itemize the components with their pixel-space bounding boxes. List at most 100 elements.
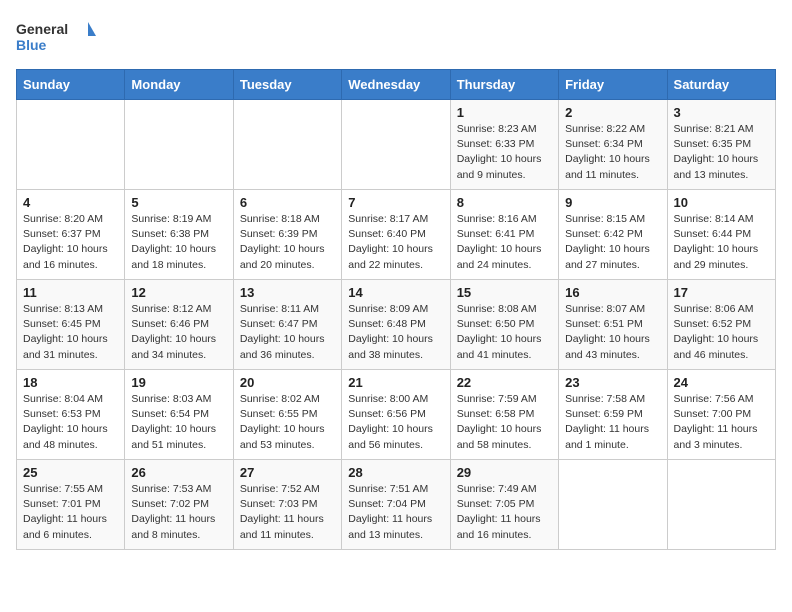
calendar-cell: 21 Sunrise: 8:00 AM Sunset: 6:56 PM Dayli… [342, 370, 450, 460]
calendar-cell: 6 Sunrise: 8:18 AM Sunset: 6:39 PM Daylig… [233, 190, 341, 280]
calendar-week-1: 1 Sunrise: 8:23 AM Sunset: 6:33 PM Daylig… [17, 100, 776, 190]
calendar-cell: 25 Sunrise: 7:55 AM Sunset: 7:01 PM Dayli… [17, 460, 125, 550]
weekday-header-friday: Friday [559, 70, 667, 100]
day-number: 8 [457, 195, 552, 210]
calendar-cell [125, 100, 233, 190]
page-header: General Blue [16, 16, 776, 61]
day-info: Sunrise: 8:17 AM Sunset: 6:40 PM Dayligh… [348, 212, 443, 273]
svg-text:General: General [16, 21, 68, 37]
day-number: 10 [674, 195, 769, 210]
calendar-cell: 12 Sunrise: 8:12 AM Sunset: 6:46 PM Dayli… [125, 280, 233, 370]
day-info: Sunrise: 7:58 AM Sunset: 6:59 PM Dayligh… [565, 392, 660, 453]
day-number: 3 [674, 105, 769, 120]
day-number: 21 [348, 375, 443, 390]
calendar-cell: 23 Sunrise: 7:58 AM Sunset: 6:59 PM Dayli… [559, 370, 667, 460]
day-number: 26 [131, 465, 226, 480]
day-number: 12 [131, 285, 226, 300]
day-number: 23 [565, 375, 660, 390]
calendar-cell: 17 Sunrise: 8:06 AM Sunset: 6:52 PM Dayli… [667, 280, 775, 370]
calendar-cell: 7 Sunrise: 8:17 AM Sunset: 6:40 PM Daylig… [342, 190, 450, 280]
calendar-cell: 29Sunrise: 7:49 AM Sunset: 7:05 PM Dayli… [450, 460, 558, 550]
calendar-cell: 15 Sunrise: 8:08 AM Sunset: 6:50 PM Dayli… [450, 280, 558, 370]
day-info: Sunrise: 7:53 AM Sunset: 7:02 PM Dayligh… [131, 482, 226, 543]
calendar-cell: 4Sunrise: 8:20 AM Sunset: 6:37 PM Daylig… [17, 190, 125, 280]
day-number: 24 [674, 375, 769, 390]
day-info: Sunrise: 8:20 AM Sunset: 6:37 PM Dayligh… [23, 212, 118, 273]
calendar-cell: 13 Sunrise: 8:11 AM Sunset: 6:47 PM Dayli… [233, 280, 341, 370]
day-number: 14 [348, 285, 443, 300]
day-info: Sunrise: 8:21 AM Sunset: 6:35 PM Dayligh… [674, 122, 769, 183]
weekday-header-saturday: Saturday [667, 70, 775, 100]
calendar-cell [667, 460, 775, 550]
day-number: 25 [23, 465, 118, 480]
weekday-header-monday: Monday [125, 70, 233, 100]
day-number: 5 [131, 195, 226, 210]
weekday-header-thursday: Thursday [450, 70, 558, 100]
calendar-table: SundayMondayTuesdayWednesdayThursdayFrid… [16, 69, 776, 550]
day-number: 13 [240, 285, 335, 300]
day-info: Sunrise: 8:22 AM Sunset: 6:34 PM Dayligh… [565, 122, 660, 183]
day-number: 17 [674, 285, 769, 300]
calendar-cell: 5 Sunrise: 8:19 AM Sunset: 6:38 PM Daylig… [125, 190, 233, 280]
calendar-cell: 3 Sunrise: 8:21 AM Sunset: 6:35 PM Daylig… [667, 100, 775, 190]
day-number: 22 [457, 375, 552, 390]
calendar-cell: 28 Sunrise: 7:51 AM Sunset: 7:04 PM Dayli… [342, 460, 450, 550]
day-number: 20 [240, 375, 335, 390]
day-info: Sunrise: 7:56 AM Sunset: 7:00 PM Dayligh… [674, 392, 769, 453]
day-number: 11 [23, 285, 118, 300]
day-info: Sunrise: 8:15 AM Sunset: 6:42 PM Dayligh… [565, 212, 660, 273]
day-info: Sunrise: 8:00 AM Sunset: 6:56 PM Dayligh… [348, 392, 443, 453]
day-number: 2 [565, 105, 660, 120]
calendar-cell: 20 Sunrise: 8:02 AM Sunset: 6:55 PM Dayli… [233, 370, 341, 460]
calendar-cell: 9 Sunrise: 8:15 AM Sunset: 6:42 PM Daylig… [559, 190, 667, 280]
day-number: 15 [457, 285, 552, 300]
calendar-header: SundayMondayTuesdayWednesdayThursdayFrid… [17, 70, 776, 100]
day-number: 6 [240, 195, 335, 210]
day-info: Sunrise: 8:04 AM Sunset: 6:53 PM Dayligh… [23, 392, 118, 453]
day-info: Sunrise: 8:02 AM Sunset: 6:55 PM Dayligh… [240, 392, 335, 453]
day-info: Sunrise: 7:55 AM Sunset: 7:01 PM Dayligh… [23, 482, 118, 543]
calendar-cell: 22 Sunrise: 7:59 AM Sunset: 6:58 PM Dayli… [450, 370, 558, 460]
day-number: 18 [23, 375, 118, 390]
day-number: 27 [240, 465, 335, 480]
calendar-cell: 8 Sunrise: 8:16 AM Sunset: 6:41 PM Daylig… [450, 190, 558, 280]
day-number: 9 [565, 195, 660, 210]
calendar-week-3: 11 Sunrise: 8:13 AM Sunset: 6:45 PM Dayli… [17, 280, 776, 370]
calendar-cell: 27Sunrise: 7:52 AM Sunset: 7:03 PM Dayli… [233, 460, 341, 550]
calendar-cell: 24 Sunrise: 7:56 AM Sunset: 7:00 PM Dayli… [667, 370, 775, 460]
day-info: Sunrise: 7:51 AM Sunset: 7:04 PM Dayligh… [348, 482, 443, 543]
calendar-cell: 19 Sunrise: 8:03 AM Sunset: 6:54 PM Dayli… [125, 370, 233, 460]
weekday-header-tuesday: Tuesday [233, 70, 341, 100]
day-number: 1 [457, 105, 552, 120]
day-info: Sunrise: 8:16 AM Sunset: 6:41 PM Dayligh… [457, 212, 552, 273]
day-info: Sunrise: 8:06 AM Sunset: 6:52 PM Dayligh… [674, 302, 769, 363]
day-info: Sunrise: 8:14 AM Sunset: 6:44 PM Dayligh… [674, 212, 769, 273]
day-info: Sunrise: 7:49 AM Sunset: 7:05 PM Dayligh… [457, 482, 552, 543]
calendar-cell [559, 460, 667, 550]
calendar-cell [233, 100, 341, 190]
calendar-cell: 1 Sunrise: 8:23 AM Sunset: 6:33 PM Daylig… [450, 100, 558, 190]
calendar-cell [342, 100, 450, 190]
calendar-cell: 16Sunrise: 8:07 AM Sunset: 6:51 PM Dayli… [559, 280, 667, 370]
day-info: Sunrise: 8:12 AM Sunset: 6:46 PM Dayligh… [131, 302, 226, 363]
day-number: 19 [131, 375, 226, 390]
logo: General Blue [16, 16, 96, 61]
calendar-week-2: 4Sunrise: 8:20 AM Sunset: 6:37 PM Daylig… [17, 190, 776, 280]
svg-text:Blue: Blue [16, 37, 47, 53]
day-info: Sunrise: 8:23 AM Sunset: 6:33 PM Dayligh… [457, 122, 552, 183]
calendar-cell: 2 Sunrise: 8:22 AM Sunset: 6:34 PM Daylig… [559, 100, 667, 190]
day-info: Sunrise: 8:13 AM Sunset: 6:45 PM Dayligh… [23, 302, 118, 363]
day-number: 7 [348, 195, 443, 210]
day-info: Sunrise: 8:19 AM Sunset: 6:38 PM Dayligh… [131, 212, 226, 273]
day-number: 28 [348, 465, 443, 480]
day-number: 16 [565, 285, 660, 300]
calendar-cell: 11 Sunrise: 8:13 AM Sunset: 6:45 PM Dayli… [17, 280, 125, 370]
day-info: Sunrise: 8:09 AM Sunset: 6:48 PM Dayligh… [348, 302, 443, 363]
day-info: Sunrise: 8:08 AM Sunset: 6:50 PM Dayligh… [457, 302, 552, 363]
day-info: Sunrise: 7:59 AM Sunset: 6:58 PM Dayligh… [457, 392, 552, 453]
day-info: Sunrise: 8:11 AM Sunset: 6:47 PM Dayligh… [240, 302, 335, 363]
day-info: Sunrise: 8:03 AM Sunset: 6:54 PM Dayligh… [131, 392, 226, 453]
day-info: Sunrise: 8:18 AM Sunset: 6:39 PM Dayligh… [240, 212, 335, 273]
weekday-header-sunday: Sunday [17, 70, 125, 100]
calendar-cell: 14 Sunrise: 8:09 AM Sunset: 6:48 PM Dayli… [342, 280, 450, 370]
